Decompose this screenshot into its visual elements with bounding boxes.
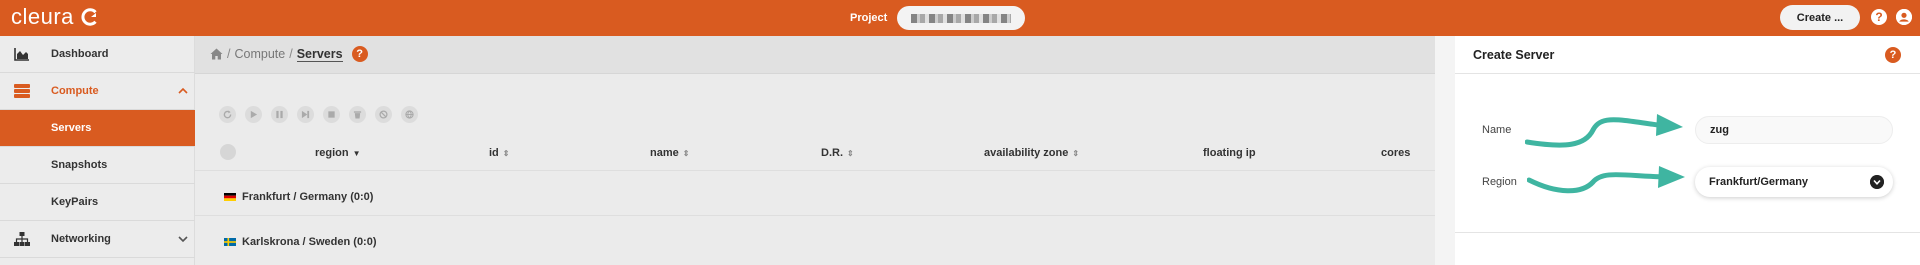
logo-mark-icon: [81, 8, 97, 26]
breadcrumb-servers: Servers: [296, 46, 343, 62]
panel-divider: [1455, 232, 1920, 233]
group-count: (0:0): [350, 191, 374, 203]
help-icon[interactable]: ?: [1871, 9, 1887, 25]
trash-icon[interactable]: [349, 106, 366, 123]
name-input[interactable]: zug: [1695, 116, 1893, 144]
region-label: Region: [1482, 176, 1517, 188]
sweden-flag-icon: [224, 238, 236, 246]
sidebar-item-servers[interactable]: Servers: [0, 110, 195, 147]
column-header-dr[interactable]: D.R. ⇕: [821, 147, 854, 159]
sidebar-item-label: Dashboard: [51, 48, 109, 60]
stop-icon[interactable]: [323, 106, 340, 123]
annotation-arrow-region: [1527, 166, 1685, 194]
sidebar-item-label: Networking: [51, 233, 111, 245]
chart-area-icon: [14, 48, 29, 61]
sidebar-item-label: Servers: [51, 122, 92, 134]
sidebar-item-snapshots[interactable]: Snapshots: [0, 147, 195, 184]
breadcrumb-bar: / Compute / Servers ?: [195, 36, 1435, 74]
home-icon[interactable]: [210, 48, 223, 60]
sidebar-item-label: Compute: [51, 85, 99, 97]
sidebar-item-label: Snapshots: [51, 159, 108, 171]
sidebar-item-keypairs[interactable]: KeyPairs: [0, 184, 195, 221]
globe-icon[interactable]: [401, 106, 418, 123]
table-group-row[interactable]: Frankfurt / Germany (0:0): [224, 191, 373, 203]
main-content: / Compute / Servers ? region ▼ id ⇕ name ⇕ …: [195, 36, 1435, 265]
panel-title: Create Server: [1473, 48, 1555, 62]
top-bar: cleura Project Create ... ?: [0, 0, 1920, 36]
group-count: (0:0): [353, 236, 377, 248]
logo[interactable]: cleura: [11, 4, 100, 30]
column-header-id[interactable]: id ⇕: [489, 147, 509, 159]
project-select[interactable]: [897, 6, 1026, 30]
action-toolbar: [219, 106, 427, 123]
name-label: Name: [1482, 124, 1512, 136]
ban-icon[interactable]: [375, 106, 392, 123]
table-group-row[interactable]: Karlskrona / Sweden (0:0): [224, 236, 377, 248]
user-icon[interactable]: [1896, 9, 1912, 25]
project-name-obscured: [911, 14, 1012, 23]
germany-flag-icon: [224, 193, 236, 201]
help-icon[interactable]: ?: [1885, 47, 1901, 63]
chevron-down-icon: [1870, 175, 1884, 189]
annotation-arrow-name: [1525, 114, 1683, 148]
column-header-name[interactable]: name ⇕: [650, 147, 689, 159]
chevron-down-icon: [178, 236, 188, 243]
column-header-cores: cores: [1381, 147, 1411, 159]
project-label: Project: [850, 12, 888, 24]
group-label: Frankfurt / Germany: [242, 191, 348, 203]
region-select[interactable]: Frankfurt/Germany: [1695, 167, 1893, 197]
group-label: Karlskrona / Sweden: [242, 236, 351, 248]
server-stack-icon: [14, 84, 30, 98]
network-icon: [14, 232, 30, 246]
sidebar-item-dashboard[interactable]: Dashboard: [0, 36, 195, 73]
sidebar-item-compute[interactable]: Compute: [0, 73, 195, 110]
logo-text: cleura: [11, 4, 74, 29]
column-header-region[interactable]: region ▼: [315, 147, 361, 159]
project-selector: Project: [850, 6, 1026, 30]
chevron-up-icon: [178, 87, 188, 94]
pause-icon[interactable]: [271, 106, 288, 123]
column-header-floating-ip: floating ip: [1203, 147, 1256, 159]
create-button[interactable]: Create ...: [1780, 5, 1860, 30]
sidebar-item-label: KeyPairs: [51, 196, 99, 208]
sidebar-item-networking[interactable]: Networking: [0, 221, 195, 258]
select-all-checkbox[interactable]: [220, 144, 236, 160]
sidebar: Dashboard Compute Servers Snapshots KeyP…: [0, 36, 195, 265]
play-icon[interactable]: [245, 106, 262, 123]
step-forward-icon[interactable]: [297, 106, 314, 123]
create-server-panel: Create Server ? Name zug Region Frankfur…: [1435, 36, 1920, 265]
region-value: Frankfurt/Germany: [1709, 176, 1809, 188]
panel-header: Create Server ?: [1455, 36, 1920, 74]
table-divider: [195, 170, 1435, 171]
refresh-icon[interactable]: [219, 106, 236, 123]
breadcrumb: / Compute / Servers ?: [210, 46, 368, 62]
name-value: zug: [1710, 124, 1729, 136]
table-divider: [195, 215, 1435, 216]
column-header-availability-zone[interactable]: availability zone ⇕: [984, 147, 1079, 159]
breadcrumb-compute[interactable]: Compute: [234, 47, 285, 61]
help-icon[interactable]: ?: [351, 46, 368, 62]
